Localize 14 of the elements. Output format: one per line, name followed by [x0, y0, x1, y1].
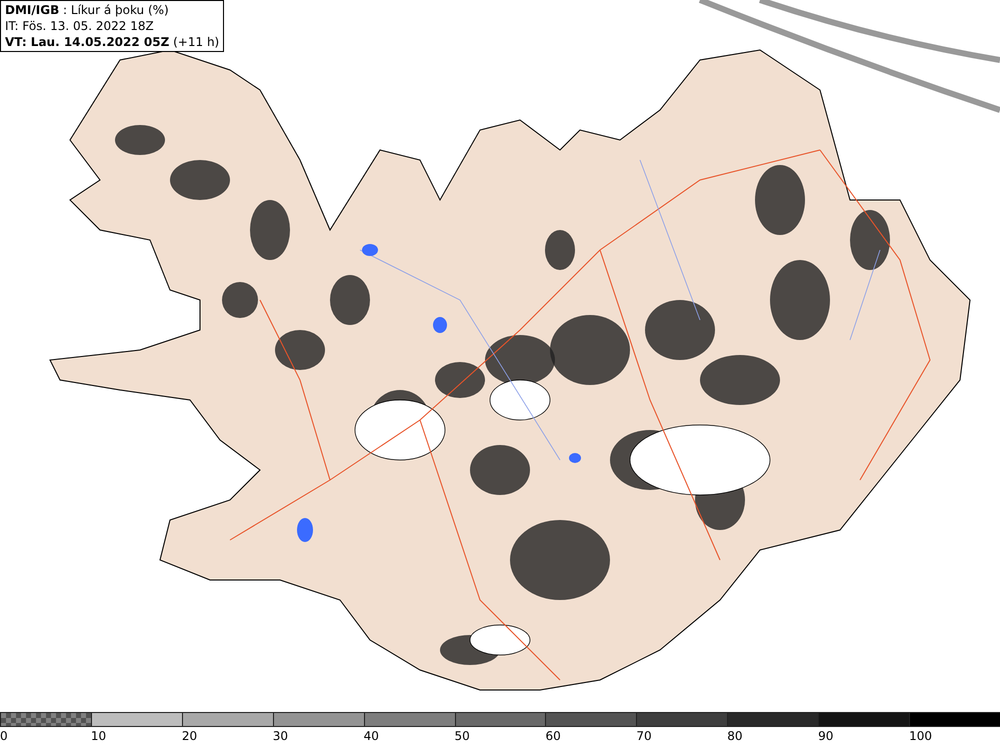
legend-label: 0: [0, 729, 8, 743]
legend-label: 50: [454, 729, 470, 743]
info-text: IT: Fös. 13. 05. 2022 18Z: [5, 18, 155, 34]
legend-label: 60: [545, 729, 561, 743]
legend-label: 40: [364, 729, 379, 743]
legend-label: 30: [272, 729, 288, 743]
legend-label: 20: [182, 729, 198, 743]
legend-label: 70: [636, 729, 652, 743]
info-text: DMI/IGB : Líkur á þoku (%): [5, 2, 170, 18]
legend-label: 10: [90, 729, 106, 743]
legend-label: 100: [909, 729, 932, 743]
info-text: VT: Lau. 14.05.2022 05Z (+11 h): [5, 34, 220, 50]
legend-label: 90: [818, 729, 834, 743]
legend-label: 80: [727, 729, 743, 743]
